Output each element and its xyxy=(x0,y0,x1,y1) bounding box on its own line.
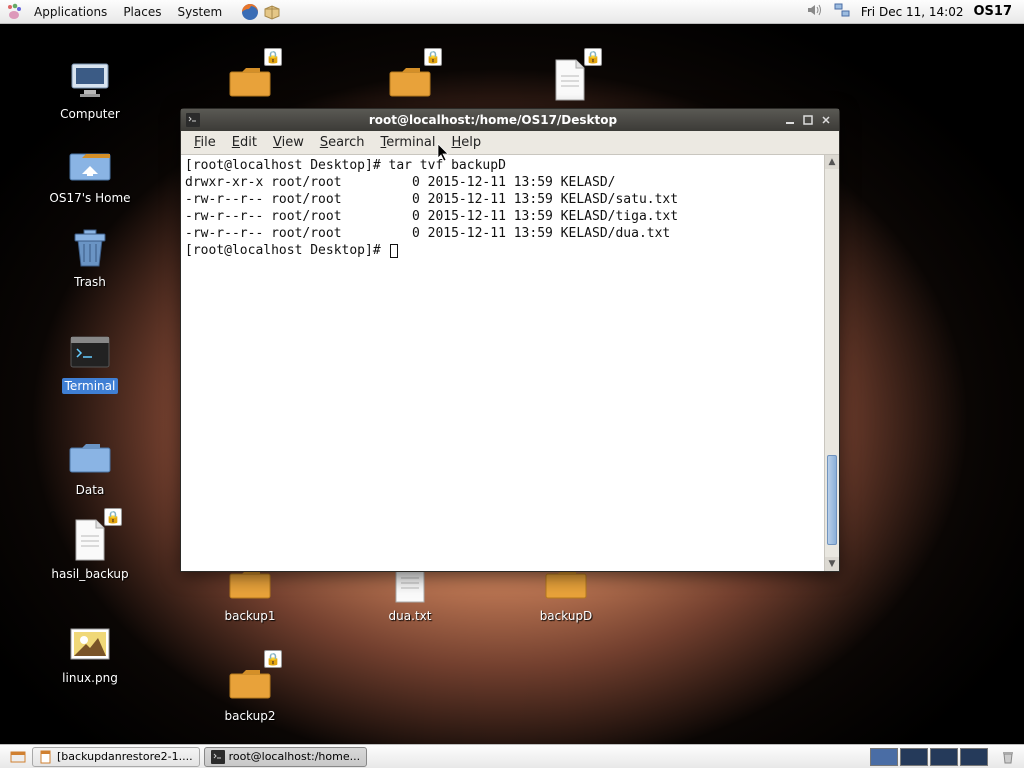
clock[interactable]: Fri Dec 11, 14:02 xyxy=(861,5,964,19)
desktop-icon-terminal[interactable]: Terminal xyxy=(40,328,140,394)
mouse-pointer-icon xyxy=(437,143,451,163)
workspace-4[interactable] xyxy=(960,748,988,766)
menu-search[interactable]: Search xyxy=(313,133,372,152)
terminal-icon xyxy=(185,112,201,128)
terminal-window: root@localhost:/home/OS17/Desktop File E… xyxy=(180,108,840,572)
taskbar-button-label: root@localhost:/home... xyxy=(229,750,361,763)
menu-edit[interactable]: Edit xyxy=(225,133,264,152)
taskbar-button-doc[interactable]: [backupdanrestore2-1.... xyxy=(32,747,200,767)
menu-view[interactable]: View xyxy=(266,133,311,152)
scroll-thumb[interactable] xyxy=(827,455,837,545)
terminal-output[interactable]: [root@localhost Desktop]# tar tvf backup… xyxy=(181,155,824,571)
desktop-icon-label: backup1 xyxy=(221,608,278,624)
window-titlebar[interactable]: root@localhost:/home/OS17/Desktop xyxy=(181,109,839,131)
workspace-2[interactable] xyxy=(900,748,928,766)
taskbar-app-icon xyxy=(211,750,225,764)
desktop-icon-label: Trash xyxy=(71,274,109,290)
window-menubar: File Edit View Search Terminal Help xyxy=(181,131,839,155)
desktop-icon-label: hasil_backup xyxy=(48,566,131,582)
desktop-icon-label: backup2 xyxy=(221,708,278,724)
desktop-icon-computer[interactable]: Computer xyxy=(40,56,140,122)
taskbar-button-label: [backupdanrestore2-1.... xyxy=(57,750,193,763)
desktop-icon-label: OS17's Home xyxy=(46,190,133,206)
desktop-icon-label: Data xyxy=(73,482,108,498)
show-desktop-icon[interactable] xyxy=(8,747,28,767)
scrollbar[interactable]: ▲ ▼ xyxy=(824,155,839,571)
menu-places[interactable]: Places xyxy=(115,0,169,24)
terminal-cursor xyxy=(390,244,398,258)
workspace-switcher[interactable] xyxy=(870,748,992,766)
menu-system[interactable]: System xyxy=(169,0,230,24)
folder-icon: 🔒 xyxy=(226,658,274,706)
gnome-foot-icon xyxy=(4,2,24,22)
desktop-icon-hasilbackup[interactable]: 🔒 hasil_backup xyxy=(40,516,140,582)
bluefolder-icon xyxy=(66,432,114,480)
lock-emblem-icon: 🔒 xyxy=(424,48,442,66)
network-icon[interactable] xyxy=(833,1,851,22)
firefox-icon[interactable] xyxy=(240,2,260,22)
package-icon[interactable] xyxy=(262,2,282,22)
lock-emblem-icon: 🔒 xyxy=(104,508,122,526)
close-button[interactable] xyxy=(817,112,835,128)
menu-terminal[interactable]: Terminal xyxy=(374,133,443,152)
desktop-icon-label: backupD xyxy=(537,608,596,624)
image-icon xyxy=(66,620,114,668)
menu-applications[interactable]: Applications xyxy=(26,0,115,24)
folder-icon: 🔒 xyxy=(226,56,274,104)
lock-emblem-icon: 🔒 xyxy=(264,48,282,66)
taskbar-button-term[interactable]: root@localhost:/home... xyxy=(204,747,368,767)
desktop-icon-home[interactable]: OS17's Home xyxy=(40,140,140,206)
menu-file[interactable]: File xyxy=(187,133,223,152)
folder-icon: 🔒 xyxy=(386,56,434,104)
maximize-button[interactable] xyxy=(799,112,817,128)
lock-emblem-icon: 🔒 xyxy=(584,48,602,66)
trash-icon xyxy=(66,224,114,272)
monitor-icon xyxy=(66,56,114,104)
menu-help[interactable]: Help xyxy=(444,133,488,152)
hostname-label[interactable]: OS17 xyxy=(973,4,1012,19)
desktop-icon-label: linux.png xyxy=(59,670,121,686)
taskbar-app-icon xyxy=(39,750,53,764)
desktop-icon-label: Terminal xyxy=(62,378,119,394)
desktop-icon-data[interactable]: Data xyxy=(40,432,140,498)
desktop-icon-backup2[interactable]: 🔒 backup2 xyxy=(200,658,300,724)
lock-emblem-icon: 🔒 xyxy=(264,650,282,668)
trash-panel-icon[interactable] xyxy=(998,747,1018,767)
bottom-panel: [backupdanrestore2-1.... root@localhost:/… xyxy=(0,744,1024,768)
window-title: root@localhost:/home/OS17/Desktop xyxy=(205,113,781,127)
desktop-icon-label: dua.txt xyxy=(386,608,435,624)
desktop-icon-trash[interactable]: Trash xyxy=(40,224,140,290)
desktop-icon-linuxpng[interactable]: linux.png xyxy=(40,620,140,686)
workspace-1[interactable] xyxy=(870,748,898,766)
home-icon xyxy=(66,140,114,188)
file-icon: 🔒 xyxy=(66,516,114,564)
file-icon: 🔒 xyxy=(546,56,594,104)
terminal-area[interactable]: [root@localhost Desktop]# tar tvf backup… xyxy=(181,155,839,571)
scroll-down-button[interactable]: ▼ xyxy=(825,557,839,571)
minimize-button[interactable] xyxy=(781,112,799,128)
scroll-up-button[interactable]: ▲ xyxy=(825,155,839,169)
volume-icon[interactable] xyxy=(805,1,823,22)
workspace-3[interactable] xyxy=(930,748,958,766)
desktop-icon-label: Computer xyxy=(57,106,123,122)
term-icon xyxy=(66,328,114,376)
top-panel: Applications Places System Fri Dec 11, 1… xyxy=(0,0,1024,24)
